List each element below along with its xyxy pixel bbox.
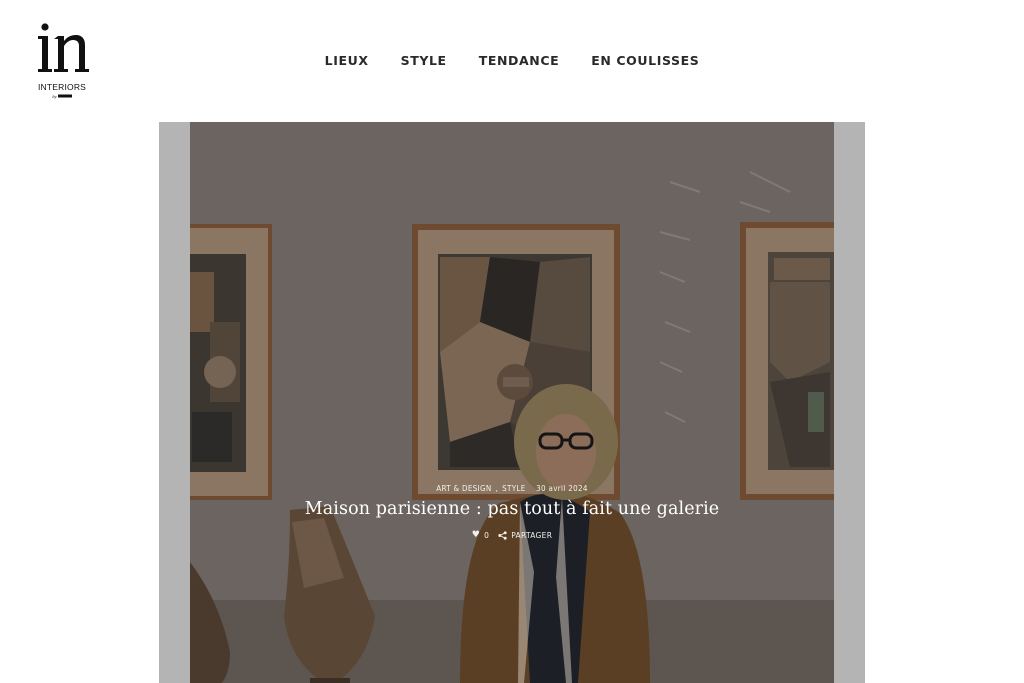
logo-wordmark: INTERIORS: [37, 82, 87, 92]
logo-mark: [38, 23, 89, 72]
nav-item-style[interactable]: STYLE: [401, 53, 447, 68]
hero-photo-illustration: [190, 122, 834, 683]
article-meta: ART & DESIGN, STYLE 30 avril 2024: [159, 484, 865, 493]
heart-icon: ♥: [471, 530, 481, 540]
nav-item-tendance[interactable]: TENDANCE: [479, 53, 560, 68]
category-link[interactable]: ART & DESIGN: [436, 484, 491, 493]
article-date: 30 avril 2024: [536, 484, 588, 493]
hero-article[interactable]: ART & DESIGN, STYLE 30 avril 2024 Maison …: [159, 122, 865, 683]
like-count: 0: [484, 531, 490, 540]
hero-photo: [190, 122, 834, 683]
article-actions: ♥ 0 PARTAGER: [159, 530, 865, 541]
category-link[interactable]: STYLE: [502, 484, 525, 493]
painting-right: [740, 222, 834, 500]
share-label: PARTAGER: [511, 531, 553, 540]
logo-byline: by: [34, 94, 90, 99]
publisher-mark-icon: [57, 94, 72, 98]
category-separator: ,: [495, 484, 499, 493]
share-icon: [498, 531, 507, 540]
nav-item-en-coulisses[interactable]: EN COULISSES: [591, 53, 699, 68]
like-button[interactable]: ♥ 0: [471, 530, 490, 541]
share-button[interactable]: PARTAGER: [498, 531, 552, 540]
article-title[interactable]: Maison parisienne : pas tout à fait une …: [159, 499, 865, 519]
hero-overlay: ART & DESIGN, STYLE 30 avril 2024 Maison …: [159, 484, 865, 540]
main-nav: LIEUX STYLE TENDANCE EN COULISSES: [0, 53, 1024, 68]
nav-item-lieux[interactable]: LIEUX: [325, 53, 369, 68]
painting-left: [190, 224, 272, 500]
